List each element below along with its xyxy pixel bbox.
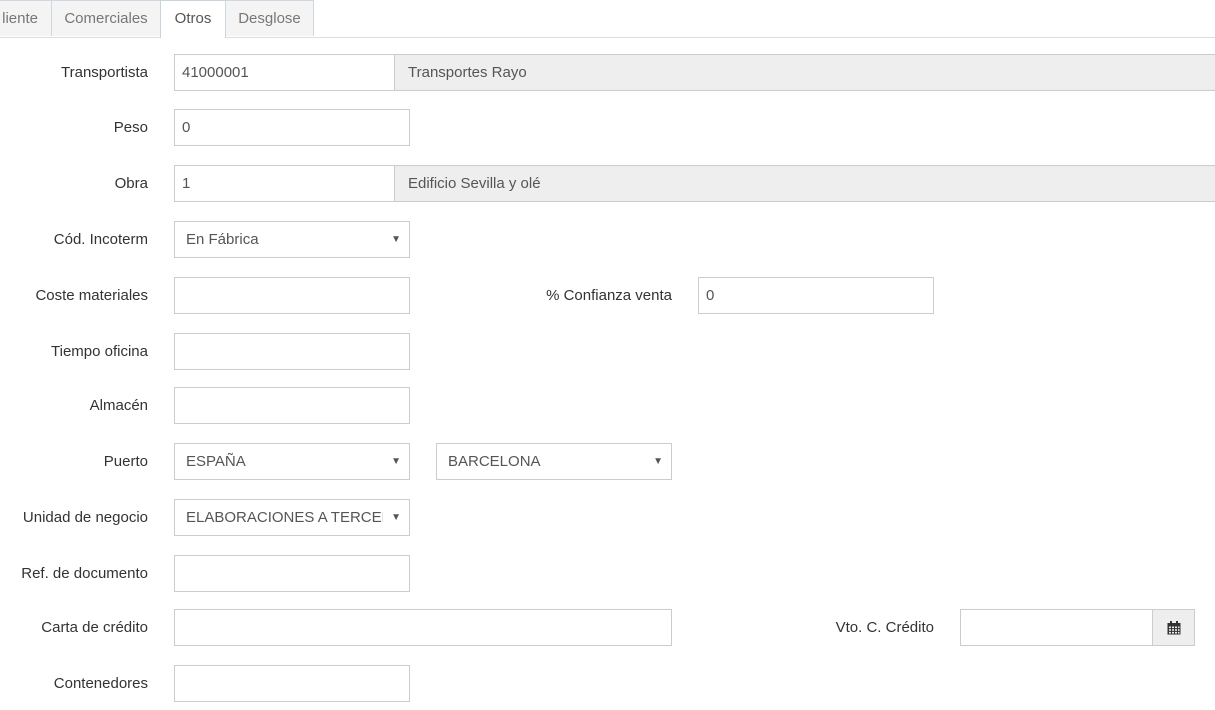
transportista-name-field: Transportes Rayo <box>394 54 1215 91</box>
ref-documento-input[interactable] <box>174 555 410 592</box>
puerto-port-selected: BARCELONA <box>448 453 541 470</box>
puerto-country-select[interactable]: ESPAÑA ▼ <box>174 443 410 480</box>
peso-label: Peso <box>113 119 148 136</box>
coste-materiales-label: Coste materiales <box>35 287 148 304</box>
incoterm-select[interactable]: En Fábrica ▼ <box>174 221 410 258</box>
caret-down-icon: ▼ <box>391 456 401 467</box>
coste-materiales-input[interactable] <box>174 277 410 314</box>
tab-desglose[interactable]: Desglose <box>225 0 314 36</box>
obra-label: Obra <box>114 175 148 192</box>
peso-input[interactable] <box>174 109 410 146</box>
tab-otros-label: Otros <box>174 10 212 27</box>
obra-name-field: Edificio Sevilla y olé <box>394 165 1215 202</box>
obra-code-input[interactable] <box>174 165 395 202</box>
unidad-negocio-label: Unidad de negocio <box>22 509 148 526</box>
tiempo-oficina-input[interactable] <box>174 333 410 370</box>
tab-otros[interactable]: Otros <box>160 0 226 38</box>
tab-cliente-label: liente <box>2 10 38 27</box>
calendar-button[interactable] <box>1152 609 1195 646</box>
confianza-venta-label: % Confianza venta <box>546 287 672 304</box>
confianza-venta-input[interactable] <box>698 277 934 314</box>
caret-down-icon: ▼ <box>391 512 401 523</box>
caret-down-icon: ▼ <box>653 456 663 467</box>
unidad-negocio-selected: ELABORACIONES A TERCEROS <box>186 509 383 526</box>
tab-desglose-label: Desglose <box>238 10 301 27</box>
carta-credito-label: Carta de crédito <box>41 619 148 636</box>
almacen-label: Almacén <box>89 397 148 414</box>
incoterm-label: Cód. Incoterm <box>53 231 148 248</box>
puerto-port-select[interactable]: BARCELONA ▼ <box>436 443 672 480</box>
transportista-label: Transportista <box>61 64 148 81</box>
puerto-label: Puerto <box>103 453 148 470</box>
ref-documento-label: Ref. de documento <box>21 565 148 582</box>
vto-credito-input[interactable] <box>960 609 1153 646</box>
almacen-input[interactable] <box>174 387 410 424</box>
incoterm-selected: En Fábrica <box>186 231 259 248</box>
tab-cliente[interactable]: liente <box>0 0 52 36</box>
calendar-icon <box>1167 621 1181 635</box>
tab-bar: liente Comerciales Otros Desglose <box>0 0 1215 38</box>
carta-credito-input[interactable] <box>174 609 672 646</box>
tab-comerciales-label: Comerciales <box>64 10 148 27</box>
vto-credito-label: Vto. C. Crédito <box>835 619 934 636</box>
tiempo-oficina-label: Tiempo oficina <box>51 343 148 360</box>
unidad-negocio-select[interactable]: ELABORACIONES A TERCEROS ▼ <box>174 499 410 536</box>
transportista-code-input[interactable] <box>174 54 395 91</box>
caret-down-icon: ▼ <box>391 234 401 245</box>
contenedores-input[interactable] <box>174 665 410 702</box>
tab-comerciales[interactable]: Comerciales <box>51 0 161 36</box>
puerto-country-selected: ESPAÑA <box>186 453 246 470</box>
contenedores-label: Contenedores <box>53 675 148 692</box>
